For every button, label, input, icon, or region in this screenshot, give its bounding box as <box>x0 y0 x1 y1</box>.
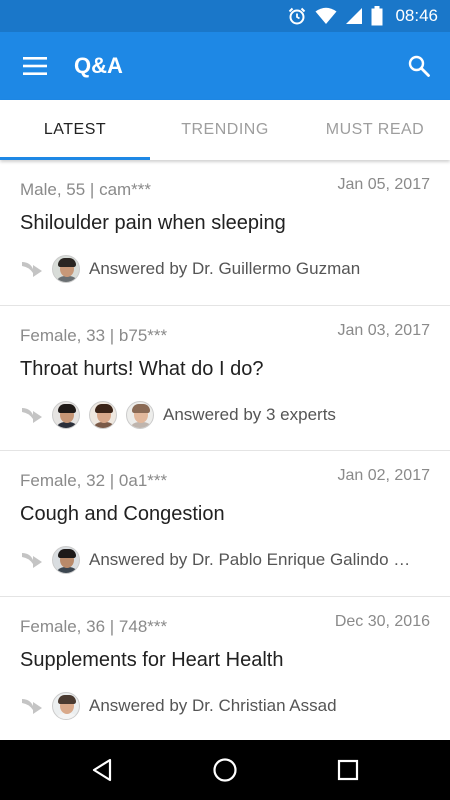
question-card[interactable]: Female, 32 | 0a1*** Jan 02, 2017 Cough a… <box>0 451 450 597</box>
expert-avatar <box>89 400 117 429</box>
asker-meta: Female, 36 | 748*** <box>20 616 168 636</box>
answered-by: Answered by 3 experts <box>163 404 336 424</box>
question-date: Dec 30, 2016 <box>334 612 430 630</box>
tab-trending[interactable]: TRENDING <box>150 100 300 160</box>
reply-arrow-icon <box>22 553 42 568</box>
expert-avatar <box>52 546 80 574</box>
app-bar: Q&A <box>0 32 450 100</box>
asker-meta: Male, 55 | cam*** <box>20 180 152 199</box>
home-icon[interactable] <box>195 740 255 800</box>
answered-by: Answered by Dr. Pablo Enrique Galindo … <box>89 550 411 569</box>
wifi-icon <box>315 7 337 25</box>
asker-meta: Female, 33 | b75*** <box>20 325 168 345</box>
question-card[interactable]: Female, 36 | 748*** Dec 30, 2016 Supplem… <box>0 597 450 741</box>
question-title: Cough and Congestion <box>20 503 225 525</box>
question-date: Jan 03, 2017 <box>337 321 430 339</box>
tab-must-read[interactable]: MUST READ <box>300 100 450 160</box>
question-title: Shiloulder pain when sleeping <box>20 212 286 234</box>
status-time: 08:46 <box>395 6 438 25</box>
hamburger-menu-icon[interactable] <box>0 32 72 100</box>
reply-arrow-icon <box>22 407 42 423</box>
asker-meta: Female, 32 | 0a1*** <box>20 471 168 490</box>
page-title: Q&A <box>74 53 123 78</box>
question-feed: Male, 55 | cam*** Jan 05, 2017 Shiloulde… <box>0 160 450 740</box>
expert-avatar <box>52 400 80 429</box>
question-card[interactable]: Female, 33 | b75*** Jan 03, 2017 Throat … <box>0 306 450 451</box>
tab-bar: LATEST TRENDING MUST READ <box>0 100 450 160</box>
system-nav-bar <box>0 740 450 800</box>
question-title: Supplements for Heart Health <box>20 648 284 671</box>
answered-by: Answered by Dr. Guillermo Guzman <box>89 259 361 278</box>
battery-icon <box>371 6 383 26</box>
signal-icon <box>345 7 363 25</box>
recents-icon[interactable] <box>318 740 378 800</box>
answered-by: Answered by Dr. Christian Assad <box>89 695 337 715</box>
search-icon[interactable] <box>388 32 450 100</box>
back-icon[interactable] <box>72 740 132 800</box>
reply-arrow-icon <box>22 698 42 714</box>
tab-latest[interactable]: LATEST <box>0 100 150 160</box>
alarm-icon <box>287 6 307 26</box>
expert-avatar <box>52 691 80 720</box>
expert-avatar <box>126 400 154 429</box>
question-date: Jan 02, 2017 <box>337 467 430 484</box>
question-title: Throat hurts! What do I do? <box>20 357 264 380</box>
expert-avatar <box>52 255 80 283</box>
status-bar: 08:46 <box>0 0 450 32</box>
reply-arrow-icon <box>22 262 42 277</box>
question-card[interactable]: Male, 55 | cam*** Jan 05, 2017 Shiloulde… <box>0 160 450 306</box>
question-date: Jan 05, 2017 <box>337 176 430 193</box>
